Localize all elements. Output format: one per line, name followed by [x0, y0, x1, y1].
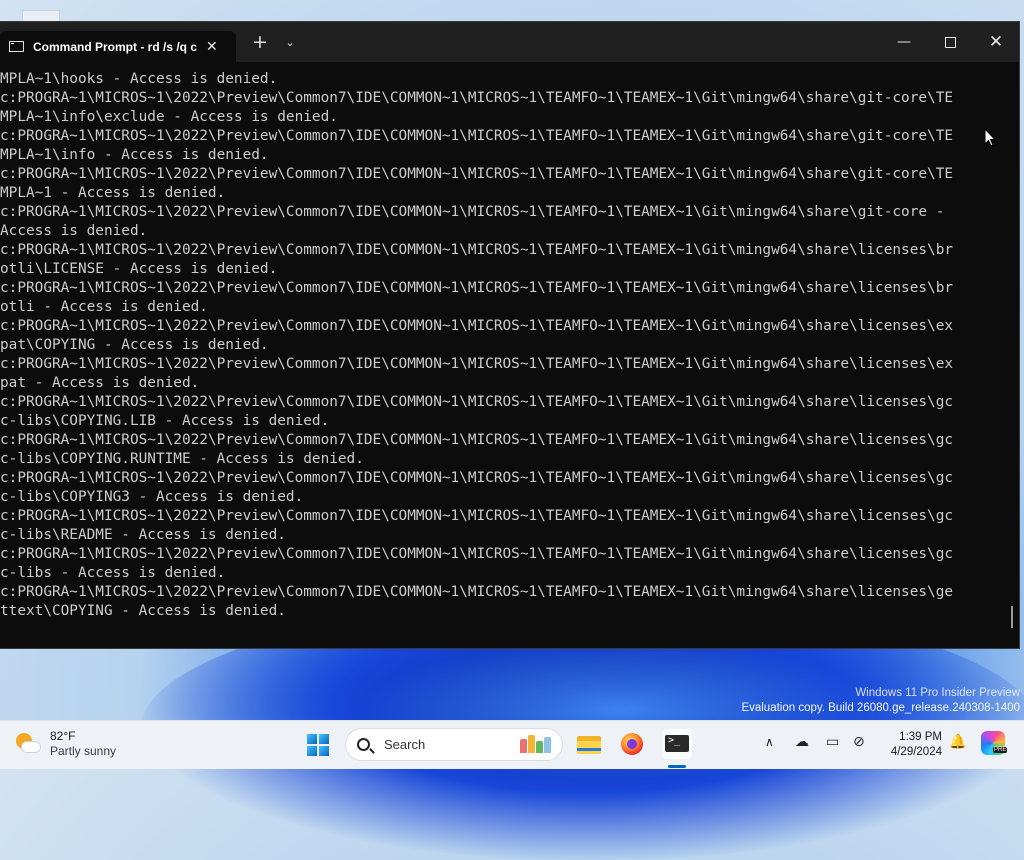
console-line: c:PROGRA~1\MICROS~1\2022\Preview\Common7… [0, 432, 954, 448]
console-line: c:PROGRA~1\MICROS~1\2022\Preview\Common7… [0, 128, 954, 144]
console-line: c-libs\COPYING.RUNTIME - Access is denie… [0, 451, 364, 467]
tab-title: Command Prompt - rd /s /q c [33, 39, 198, 54]
display-icon[interactable]: ▭ [826, 734, 839, 750]
maximize-icon [944, 37, 956, 48]
console-line: c:PROGRA~1\MICROS~1\2022\Preview\Common7… [0, 204, 945, 220]
clock[interactable]: 1:39 PM 4/29/2024 [882, 730, 942, 760]
console-line: otli - Access is denied. [0, 299, 208, 315]
console-line: c:PROGRA~1\MICROS~1\2022\Preview\Common7… [0, 394, 954, 410]
network-volume-icon[interactable]: ⊘ [853, 734, 865, 750]
tab-close-button[interactable]: ✕ [206, 39, 218, 55]
console-line: c:PROGRA~1\MICROS~1\2022\Preview\Common7… [0, 90, 954, 106]
console-line: c:PROGRA~1\MICROS~1\2022\Preview\Common7… [0, 546, 954, 562]
weather-condition: Partly sunny [50, 744, 117, 758]
maximize-button[interactable] [927, 30, 973, 56]
firefox-icon[interactable] [619, 731, 647, 759]
show-hidden-icons-button[interactable]: ∧ [765, 735, 774, 749]
search-label: Search [384, 737, 426, 752]
clock-time: 1:39 PM [899, 731, 942, 743]
new-tab-button[interactable]: + [246, 31, 274, 53]
search-box[interactable]: Search [346, 729, 562, 760]
weather-widget[interactable]: 82°F Partly sunny [14, 729, 116, 759]
file-explorer-icon[interactable] [576, 731, 604, 759]
console-line: c-libs - Access is denied. [0, 565, 226, 581]
console-line: c-libs\COPYING3 - Access is denied. [0, 489, 304, 505]
console-line: c:PROGRA~1\MICROS~1\2022\Preview\Common7… [0, 470, 954, 486]
console-line: c:PROGRA~1\MICROS~1\2022\Preview\Common7… [0, 508, 954, 524]
search-icon [357, 738, 370, 751]
start-button[interactable] [307, 734, 329, 756]
cmd-icon [9, 41, 24, 52]
console-line: ttext\COPYING - Access is denied. [0, 603, 286, 619]
minimize-button[interactable]: — [881, 30, 927, 56]
tab-command-prompt[interactable]: Command Prompt - rd /s /q c ✕ [0, 31, 236, 62]
console-output[interactable]: MPLA~1\hooks - Access is denied. c:PROGRA… [0, 70, 1010, 640]
console-line: c-libs\COPYING.LIB - Access is denied. [0, 413, 330, 429]
console-line: MPLA~1\hooks - Access is denied. [0, 71, 278, 87]
console-line: c-libs\README - Access is denied. [0, 527, 286, 543]
close-window-button[interactable]: ✕ [973, 30, 1019, 56]
console-line: MPLA~1\info - Access is denied. [0, 147, 269, 163]
weather-temperature: 82°F [50, 729, 76, 743]
start-icon [307, 734, 317, 744]
terminal-icon[interactable] [662, 729, 692, 759]
notification-bell-icon[interactable]: 🔔 [949, 734, 966, 750]
tab-dropdown-button[interactable]: ⌄ [276, 36, 304, 49]
clock-date: 4/29/2024 [890, 746, 942, 758]
title-bar[interactable]: Command Prompt - rd /s /q c ✕ + ⌄ — ✕ [0, 22, 1019, 62]
console-line: otli\LICENSE - Access is denied. [0, 261, 278, 277]
console-line: MPLA~1 - Access is denied. [0, 185, 226, 201]
search-highlight-icon [520, 735, 554, 753]
terminal-window[interactable]: Command Prompt - rd /s /q c ✕ + ⌄ — ✕ MP… [0, 22, 1019, 648]
console-line: c:PROGRA~1\MICROS~1\2022\Preview\Common7… [0, 166, 954, 182]
console-line: c:PROGRA~1\MICROS~1\2022\Preview\Common7… [0, 318, 954, 334]
watermark-edition: Windows 11 Pro Insider Preview [855, 687, 1020, 699]
scrollbar-thumb[interactable] [1011, 606, 1013, 628]
console-line: c:PROGRA~1\MICROS~1\2022\Preview\Common7… [0, 280, 954, 296]
console-line: c:PROGRA~1\MICROS~1\2022\Preview\Common7… [0, 356, 954, 372]
os-watermark: Windows 11 Pro Insider Preview Evaluatio… [741, 686, 1020, 716]
mouse-pointer-icon [984, 128, 996, 147]
copilot-preview-badge: PRE [993, 747, 1008, 753]
console-line: pat\COPYING - Access is denied. [0, 337, 269, 353]
taskbar: 82°F Partly sunny Search ∧ ☁ ▭ ⊘ 1:39 PM… [0, 720, 1024, 769]
console-line: pat - Access is denied. [0, 375, 200, 391]
console-line: Access is denied. [0, 223, 148, 239]
onedrive-icon[interactable]: ☁ [795, 734, 809, 750]
console-line: c:PROGRA~1\MICROS~1\2022\Preview\Common7… [0, 584, 954, 600]
weather-icon [14, 731, 40, 757]
console-line: MPLA~1\info\exclude - Access is denied. [0, 109, 338, 125]
console-line: c:PROGRA~1\MICROS~1\2022\Preview\Common7… [0, 242, 954, 258]
watermark-build: Evaluation copy. Build 26080.ge_release.… [741, 702, 1020, 714]
